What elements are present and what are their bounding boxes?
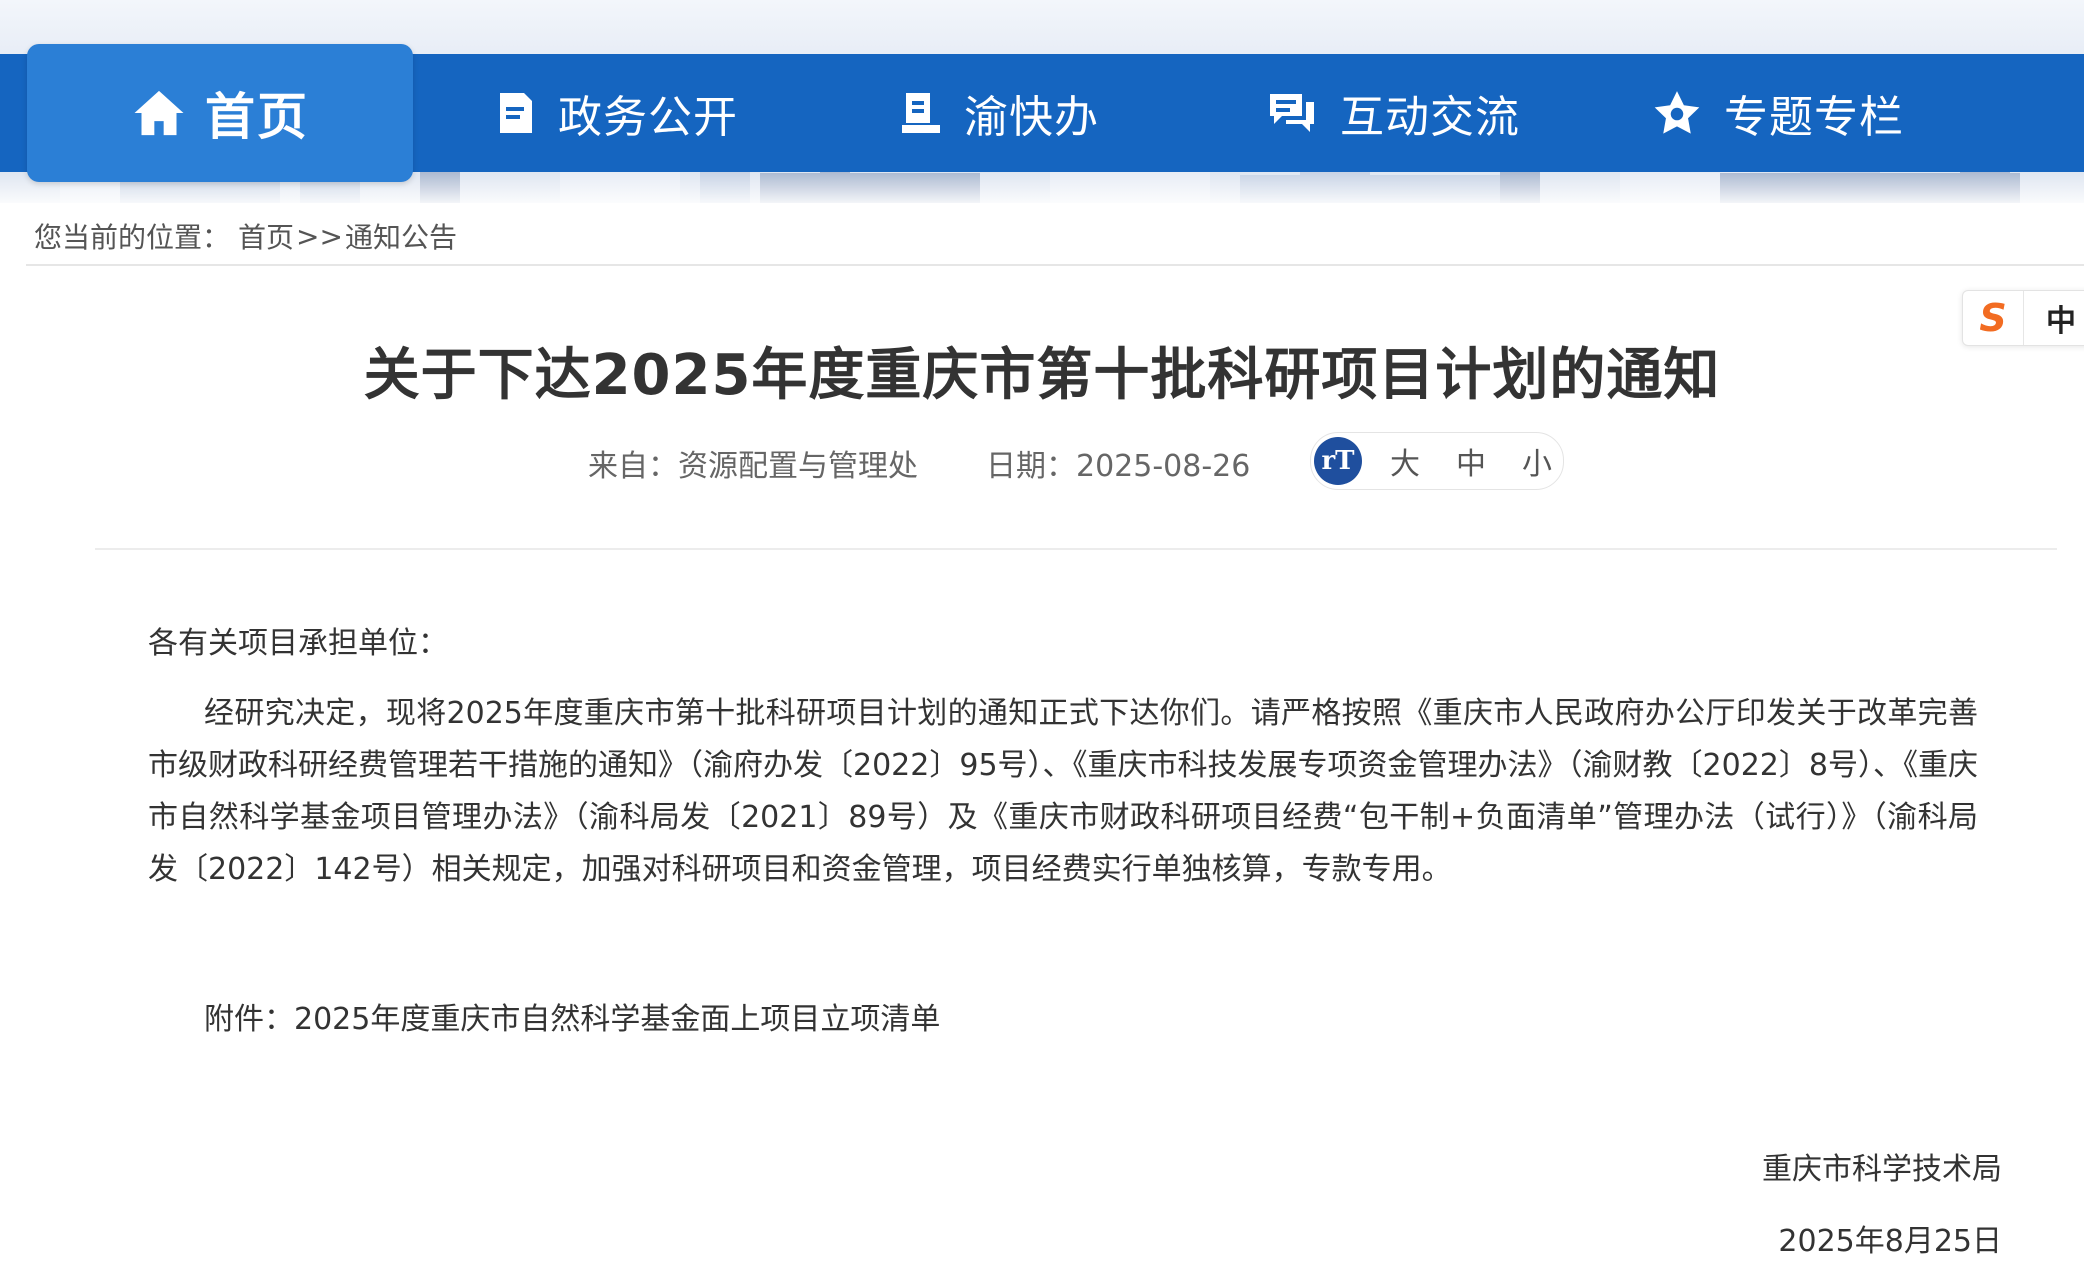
nav-item-label: 首页 xyxy=(205,88,309,146)
nav-item-label: 政务公开 xyxy=(558,92,738,143)
breadcrumb-current-link[interactable]: 通知公告 xyxy=(345,216,457,256)
font-size-small-button[interactable]: 小 xyxy=(1514,439,1560,483)
article-source: 来自：资源配置与管理处 xyxy=(588,449,918,484)
breadcrumb-home-link[interactable]: 首页 xyxy=(238,216,294,256)
service-book-icon xyxy=(900,91,942,135)
breadcrumb-prefix: 您当前的位置： xyxy=(34,221,231,254)
nav-item-yukuaiban[interactable]: 渝快办 xyxy=(900,54,1099,172)
article-date: 日期：2025-08-26 xyxy=(986,449,1251,484)
signature-date: 2025年8月25日 xyxy=(1778,1224,2002,1259)
font-size-icon: rT xyxy=(1314,437,1362,485)
nav-item-label: 专题专栏 xyxy=(1724,92,1904,143)
nav-item-home[interactable]: 首页 xyxy=(27,44,413,182)
signature-org: 重庆市科学技术局 xyxy=(1762,1152,2002,1187)
title-divider xyxy=(95,548,2057,550)
home-icon xyxy=(131,85,187,141)
nav-item-label: 互动交流 xyxy=(1340,92,1520,143)
attachment-link[interactable]: 附件：2025年度重庆市自然科学基金面上项目立项清单 xyxy=(204,994,940,1038)
breadcrumb-divider xyxy=(26,264,2084,266)
document-icon xyxy=(496,91,536,135)
chat-icon xyxy=(1266,90,1318,136)
body-paragraph: 经研究决定，现将2025年度重庆市第十批科研项目计划的通知正式下达你们。请严格按… xyxy=(148,696,1978,887)
font-size-large-button[interactable]: 大 xyxy=(1382,439,1428,483)
breadcrumb-separator: >> xyxy=(296,219,343,253)
nav-item-government-affairs[interactable]: 政务公开 xyxy=(496,54,738,172)
font-size-medium-button[interactable]: 中 xyxy=(1448,439,1494,483)
font-size-switcher: rT 大 中 小 xyxy=(1310,432,1564,490)
nav-item-interaction[interactable]: 互动交流 xyxy=(1266,54,1520,172)
page-title: 关于下达2025年度重庆市第十批科研项目计划的通知 xyxy=(363,343,1721,408)
nav-item-label: 渝快办 xyxy=(964,92,1099,143)
salutation: 各有关项目承担单位： xyxy=(148,626,448,661)
star-icon xyxy=(1652,89,1702,137)
breadcrumb: 您当前的位置： 首页 >> 通知公告 xyxy=(34,214,457,258)
nav-item-special-topics[interactable]: 专题专栏 xyxy=(1652,54,1904,172)
